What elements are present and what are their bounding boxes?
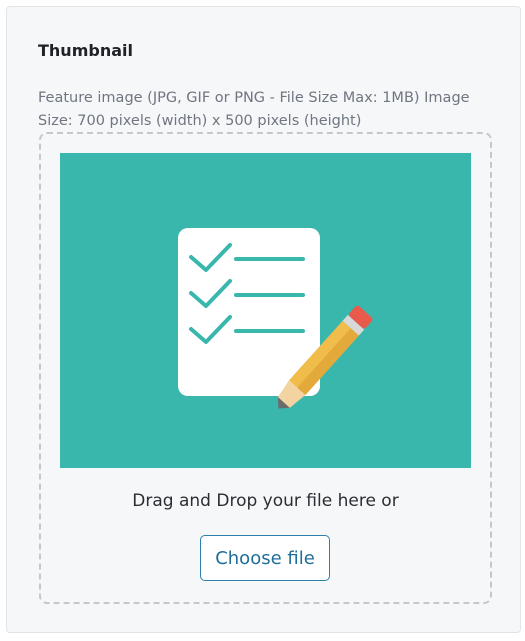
checklist-pencil-icon xyxy=(178,228,373,409)
thumbnail-placeholder-image xyxy=(60,153,471,468)
image-requirements-text: Feature image (JPG, GIF or PNG - File Si… xyxy=(38,90,470,129)
dropzone-instruction: Drag and Drop your file here or xyxy=(132,491,399,511)
file-dropzone[interactable]: Drag and Drop your file here or Choose f… xyxy=(39,132,492,604)
section-title: Thumbnail xyxy=(38,41,133,60)
thumbnail-card: Thumbnail Feature image (JPG, GIF or PNG… xyxy=(6,6,521,633)
choose-file-button[interactable]: Choose file xyxy=(200,535,330,581)
